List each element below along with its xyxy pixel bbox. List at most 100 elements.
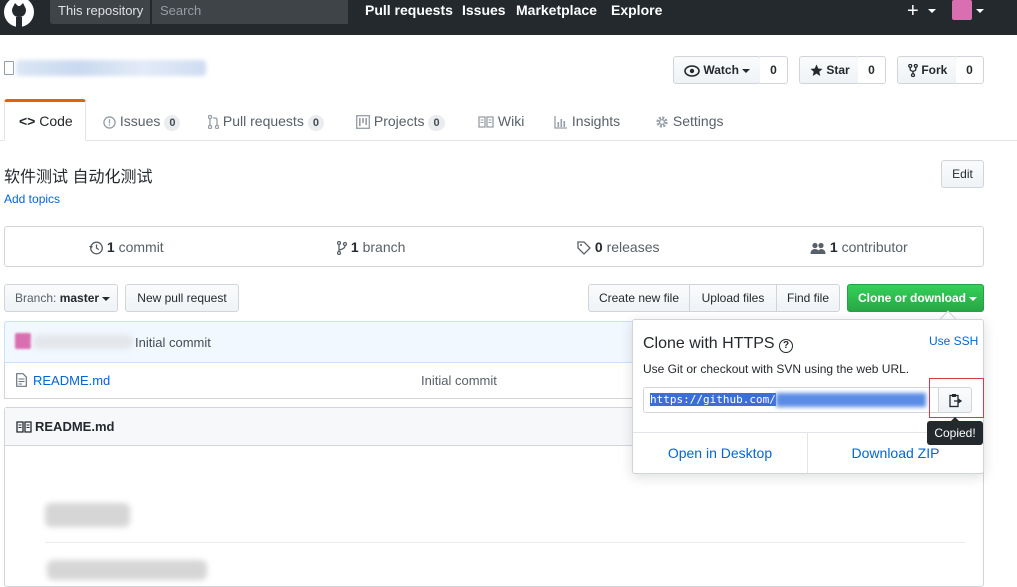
- divider: [45, 542, 965, 543]
- star-label: Star: [826, 63, 850, 77]
- fork-label: Fork: [921, 63, 948, 77]
- clippy-icon: [948, 394, 962, 408]
- github-logo-icon[interactable]: [3, 0, 35, 30]
- avatar[interactable]: [952, 0, 972, 20]
- chevron-down-icon[interactable]: [928, 9, 936, 13]
- clone-or-download-button[interactable]: Clone or download: [847, 284, 984, 312]
- commits-link[interactable]: 1 commit: [89, 239, 164, 255]
- tab-projects-label: Projects: [373, 113, 425, 129]
- tab-settings-label: Settings: [672, 113, 724, 129]
- git-pull-request-icon: [208, 115, 219, 130]
- new-pull-request-button[interactable]: New pull request: [125, 284, 239, 312]
- add-topics-link[interactable]: Add topics: [4, 192, 60, 206]
- project-icon: [356, 115, 370, 130]
- avatar[interactable]: [15, 333, 31, 349]
- nav-issues[interactable]: Issues: [462, 2, 506, 18]
- upload-files-button[interactable]: Upload files: [689, 284, 777, 312]
- watch-count[interactable]: 0: [760, 56, 788, 84]
- tab-code-label: Code: [39, 113, 73, 129]
- tab-insights[interactable]: Insights: [554, 99, 620, 141]
- repo-icon: [4, 61, 14, 75]
- clone-url-input[interactable]: https://github.com/: [643, 387, 939, 413]
- search-input[interactable]: Search: [151, 0, 348, 24]
- tab-code[interactable]: <> Code: [4, 99, 86, 141]
- fork-count[interactable]: 0: [956, 56, 984, 84]
- repo-description: 软件测试 自动化测试: [4, 169, 153, 186]
- tab-insights-label: Insights: [571, 113, 621, 129]
- clone-title-text: Clone with HTTPS: [643, 335, 775, 352]
- commit-author-redacted[interactable]: [33, 335, 133, 349]
- nav-pull-requests[interactable]: Pull requests: [365, 2, 453, 18]
- tab-settings[interactable]: Settings: [655, 99, 723, 141]
- tab-pull-requests-label: Pull requests: [222, 113, 304, 129]
- tag-icon: [577, 241, 591, 256]
- issues-count: 0: [164, 115, 181, 131]
- history-icon: [89, 241, 103, 255]
- clone-description: Use Git or checkout with SVN using the w…: [643, 362, 910, 376]
- file-commit-message[interactable]: Initial commit: [421, 373, 497, 388]
- tab-pull-requests[interactable]: Pull requests 0: [208, 99, 324, 141]
- plus-icon[interactable]: +: [907, 0, 919, 22]
- tab-issues-label: Issues: [119, 113, 161, 129]
- readme-title: README.md: [35, 419, 115, 434]
- git-branch-icon: [337, 241, 347, 256]
- tab-projects[interactable]: Projects 0: [356, 99, 445, 141]
- book-icon: [16, 421, 32, 433]
- eye-icon: [684, 65, 700, 77]
- branches-label: branch: [362, 239, 406, 255]
- clone-url-text: https://github.com/: [650, 393, 776, 406]
- clone-url-redacted: [775, 393, 926, 407]
- copied-tooltip: Copied!: [927, 417, 983, 445]
- releases-label: releases: [606, 239, 660, 255]
- tab-issues[interactable]: Issues 0: [103, 99, 181, 141]
- commits-count: 1: [106, 239, 115, 255]
- gear-icon: [656, 116, 668, 128]
- projects-count: 0: [428, 115, 445, 131]
- file-text-icon: [16, 373, 27, 387]
- branches-link[interactable]: 1 branch: [337, 239, 406, 256]
- star-icon: [810, 64, 823, 77]
- find-file-button[interactable]: Find file: [776, 284, 840, 312]
- open-in-desktop-button[interactable]: Open in Desktop: [633, 433, 808, 473]
- graph-icon: [554, 115, 567, 129]
- nav-marketplace[interactable]: Marketplace: [516, 2, 597, 18]
- commits-label: commit: [118, 239, 164, 255]
- branch-select-button[interactable]: Branch: master: [4, 284, 118, 312]
- watch-button[interactable]: Watch: [673, 56, 761, 84]
- copy-url-button[interactable]: [938, 387, 972, 413]
- numbers-summary: 1 commit 1 branch 0 releases 1 contribut…: [4, 226, 984, 267]
- create-new-file-button[interactable]: Create new file: [588, 284, 690, 312]
- nav-explore[interactable]: Explore: [611, 2, 662, 18]
- file-link-readme[interactable]: README.md: [33, 373, 110, 388]
- clone-title: Clone with HTTPS ?: [643, 335, 794, 353]
- readme-heading-redacted: [45, 503, 130, 527]
- contributors-label: contributor: [841, 239, 908, 255]
- repo-tabs: <> Code Issues 0 Pull requests 0 Projects 0…: [0, 99, 1017, 141]
- commit-message[interactable]: Initial commit: [135, 335, 211, 350]
- clone-or-download-label: Clone or download: [858, 291, 966, 305]
- search-scope-label: This repository: [50, 0, 150, 24]
- branches-count: 1: [350, 239, 359, 255]
- star-button[interactable]: Star: [799, 56, 859, 84]
- top-header: This repository Search Pull requests Iss…: [0, 0, 1017, 35]
- contributors-link[interactable]: 1 contributor: [810, 239, 908, 255]
- repo-title-redacted[interactable]: [16, 60, 206, 76]
- releases-link[interactable]: 0 releases: [577, 239, 660, 256]
- issue-opened-icon: [103, 116, 116, 129]
- question-icon[interactable]: ?: [779, 339, 794, 353]
- watch-label: Watch: [703, 63, 739, 77]
- star-count[interactable]: 0: [858, 56, 886, 84]
- releases-count: 0: [594, 239, 603, 255]
- tab-wiki[interactable]: Wiki: [478, 99, 524, 141]
- chevron-down-icon[interactable]: [976, 9, 984, 13]
- repo-forked-icon: [908, 64, 918, 78]
- branch-name: master: [59, 291, 100, 305]
- organization-icon: [810, 242, 826, 254]
- code-icon: <>: [19, 113, 36, 129]
- clone-popover: Clone with HTTPS ? Use SSH Use Git or ch…: [632, 319, 984, 474]
- book-icon: [478, 116, 494, 128]
- tab-wiki-label: Wiki: [497, 113, 525, 129]
- use-ssh-link[interactable]: Use SSH: [929, 334, 978, 348]
- fork-button[interactable]: Fork: [897, 56, 957, 84]
- edit-description-button[interactable]: Edit: [941, 160, 984, 188]
